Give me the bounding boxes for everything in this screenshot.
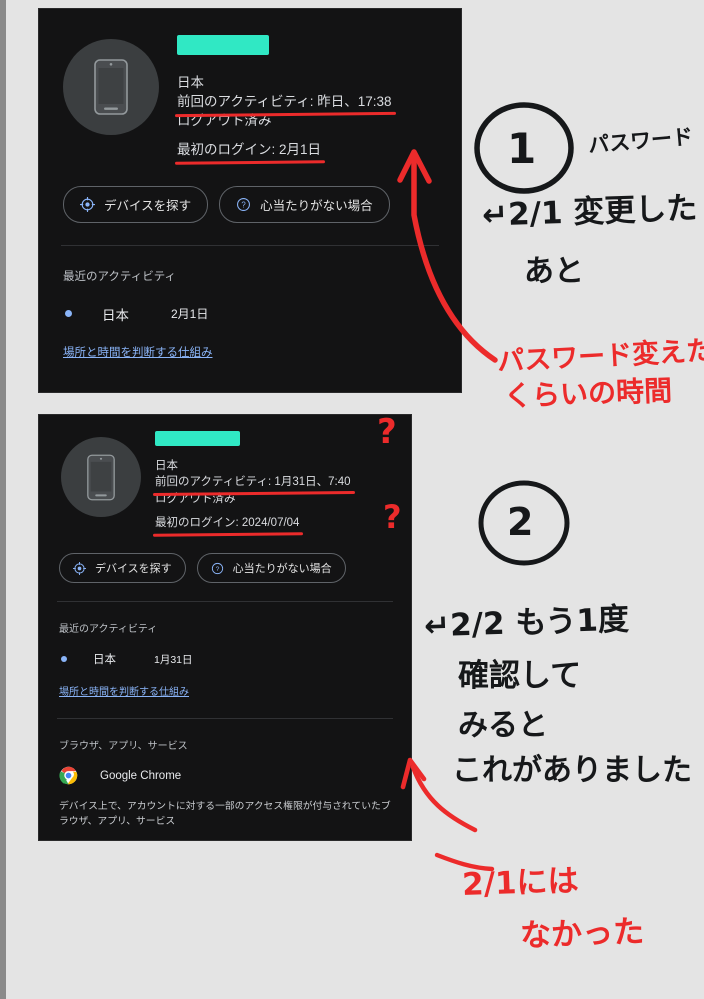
chrome-icon (59, 767, 78, 785)
card-header: 日本 前回のアクティビティ: 1月31日、7:40 ログアウト済み 最初のログイ… (39, 415, 411, 531)
phone-icon (87, 454, 115, 500)
device-last-activity: 前回のアクティビティ: 1月31日、7:40 (155, 474, 411, 490)
annotation-1-line-3: あと (524, 254, 584, 289)
annotation-2-line-4: これがありました (452, 753, 692, 788)
location-time-help-link[interactable]: 場所と時間を判断する仕組み (63, 344, 213, 360)
phone-icon (94, 59, 128, 115)
divider (57, 718, 393, 720)
card-actions: デバイスを探す ? 心当たりがない場合 (63, 185, 461, 223)
find-device-icon (80, 196, 95, 212)
help-circle-icon: ? (237, 197, 251, 211)
app-row[interactable]: Google Chrome (59, 766, 411, 785)
find-device-icon (73, 561, 86, 575)
annotation-marker-1: 1 (507, 124, 537, 173)
annotation-marker-2: 2 (507, 500, 534, 544)
card-header: 日本 前回のアクティビティ: 昨日、17:38 ログアウト済み 最初のログイン:… (39, 9, 461, 160)
find-device-label: デバイスを探す (104, 198, 192, 213)
avatar (61, 437, 141, 517)
device-summary: 日本 前回のアクティビティ: 1月31日、7:40 ログアウト済み 最初のログイ… (143, 415, 411, 531)
device-name-redaction (165, 35, 283, 55)
annotation-1-red-line-2: くらいの時間 (503, 374, 673, 413)
find-device-button[interactable]: デバイスを探す (63, 185, 209, 223)
not-recognize-button[interactable]: ? 心当たりがない場合 (196, 553, 346, 584)
divider (61, 244, 439, 246)
app-name: Google Chrome (100, 769, 182, 782)
not-recognize-label: 心当たりがない場合 (232, 563, 332, 576)
not-recognize-label: 心当たりがない場合 (260, 198, 373, 213)
recent-activity-label: 最近のアクティビティ (59, 624, 158, 636)
device-first-signin: 最初のログイン: 2月1日 (177, 140, 461, 159)
device-card-2[interactable]: 日本 前回のアクティビティ: 1月31日、7:40 ログアウト済み 最初のログイ… (38, 414, 412, 841)
not-recognize-button[interactable]: ? 心当たりがない場合 (219, 185, 390, 223)
annotation-2-line-1: ↵2/2 もう1度 (423, 601, 630, 645)
annotation-1-line-2: ↵2/1 変更した (481, 190, 698, 234)
page-scrollbar[interactable] (0, 0, 6, 999)
device-country: 日本 (177, 75, 204, 90)
location-time-help-link[interactable]: 場所と時間を判断する仕組み (59, 683, 189, 698)
device-first-signin: 最初のログイン: 2024/07/04 (155, 515, 411, 531)
recent-activity-label: 最近のアクティビティ (63, 270, 177, 283)
device-card-1[interactable]: 日本 前回のアクティビティ: 昨日、17:38 ログアウト済み 最初のログイン:… (38, 8, 462, 393)
find-device-label: デバイスを探す (95, 563, 172, 576)
apps-section-label: ブラウザ、アプリ、サービス (59, 741, 188, 753)
activity-place: 日本 (93, 654, 116, 667)
svg-text:?: ? (241, 200, 246, 209)
activity-place: 日本 (102, 307, 129, 323)
annotation-2-line-2: 確認して (458, 658, 582, 694)
card-actions: デバイスを探す ? 心当たりがない場合 (59, 553, 411, 584)
apps-section-note: デバイス上で、アカウントに対する一部のアクセス権限が付与されていたブラウザ、アプ… (59, 801, 391, 828)
device-name-redaction (143, 431, 254, 446)
annotation-2-red-line-1: 2/1には (461, 862, 580, 904)
find-device-button[interactable]: デバイスを探す (59, 553, 186, 584)
activity-row: 日本 1月31日 (61, 651, 411, 667)
activity-date: 1月31日 (154, 653, 193, 666)
activity-dot-icon (61, 656, 67, 663)
activity-row: 日本 2月1日 (65, 304, 461, 324)
device-country: 日本 (155, 460, 178, 472)
activity-dot-icon (65, 310, 72, 318)
device-summary: 日本 前回のアクティビティ: 昨日、17:38 ログアウト済み 最初のログイン:… (165, 9, 461, 160)
help-circle-icon: ? (211, 562, 223, 574)
divider (57, 601, 393, 603)
annotation-2-line-3: みると (458, 708, 548, 743)
avatar (63, 39, 159, 135)
annotation-2-red-line-2: なかった (519, 913, 645, 955)
activity-date: 2月1日 (171, 307, 209, 322)
svg-text:?: ? (215, 566, 219, 573)
device-last-activity: 前回のアクティビティ: 昨日、17:38 (177, 92, 461, 111)
